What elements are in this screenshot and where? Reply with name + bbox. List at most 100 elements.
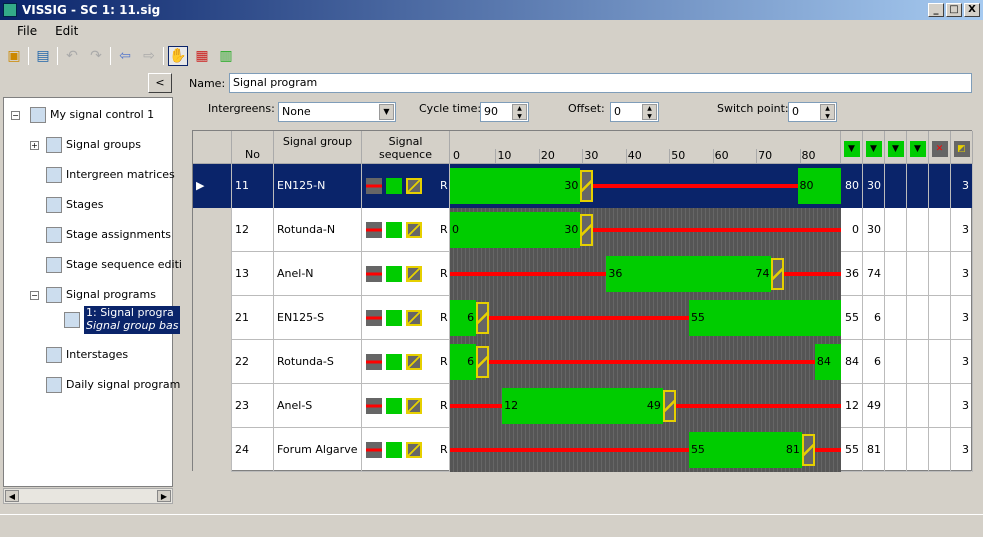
row-selector[interactable] xyxy=(193,384,232,428)
amber-interval[interactable] xyxy=(771,258,785,290)
scroll-left-icon[interactable]: ◀ xyxy=(5,490,19,502)
cell-timing[interactable]: 6 xyxy=(863,296,885,340)
forward-icon[interactable]: ⇨ xyxy=(139,46,159,66)
cell-timing[interactable]: 80 xyxy=(841,164,863,208)
cell-timing[interactable] xyxy=(929,252,951,296)
cell-timing[interactable]: 49 xyxy=(863,384,885,428)
open-icon[interactable]: ▣ xyxy=(4,46,24,66)
green-interval[interactable]: 84 xyxy=(814,344,841,380)
tree-item[interactable]: Stage sequence editi xyxy=(46,256,182,274)
table-row[interactable]: 21 EN125-S R 6 55 55 6 3 xyxy=(193,296,973,340)
red-amber-icon[interactable]: ✕ xyxy=(929,131,951,164)
cell-signal-group[interactable]: Anel-S xyxy=(274,384,362,428)
cell-signal-group[interactable]: EN125-N xyxy=(274,164,362,208)
cell-timing[interactable]: 3 xyxy=(951,296,973,340)
spinner-icon[interactable]: ▲ ▼ xyxy=(512,104,527,120)
header-no[interactable]: No xyxy=(232,131,274,164)
cell-timing[interactable] xyxy=(929,384,951,428)
row-selector[interactable] xyxy=(193,428,232,472)
intergreen-view-icon[interactable]: ▦ xyxy=(192,46,212,66)
amber-interval[interactable] xyxy=(801,434,815,466)
signal-timeline[interactable]: 55 81 xyxy=(450,428,841,472)
minimize-button[interactable]: _ xyxy=(928,3,944,17)
row-selector[interactable] xyxy=(193,208,232,252)
table-row[interactable]: 12 Rotunda-N R 0 30 0 30 3 xyxy=(193,208,973,252)
amber-interval[interactable] xyxy=(580,214,594,246)
maximize-button[interactable]: □ xyxy=(946,3,962,17)
cell-timing[interactable]: 3 xyxy=(951,340,973,384)
signal-timeline[interactable]: 0 30 xyxy=(450,208,841,252)
switch-point-input[interactable]: 0 ▲ ▼ xyxy=(788,102,837,122)
signal-timeline[interactable]: 12 49 xyxy=(450,384,841,428)
green-start-2-icon[interactable]: ▼ xyxy=(885,131,907,164)
name-input[interactable]: Signal program xyxy=(229,73,972,93)
cell-timing[interactable] xyxy=(929,340,951,384)
cell-timing[interactable] xyxy=(885,340,907,384)
row-selector[interactable] xyxy=(193,252,232,296)
cell-timing[interactable]: 30 xyxy=(863,164,885,208)
green-start-icon[interactable]: ▼ xyxy=(841,131,863,164)
amber-interval[interactable] xyxy=(580,170,594,202)
menu-file[interactable]: File xyxy=(8,21,46,41)
cell-timing[interactable]: 3 xyxy=(951,252,973,296)
scroll-right-icon[interactable]: ▶ xyxy=(157,490,171,502)
cell-timing[interactable]: 81 xyxy=(863,428,885,472)
cell-timing[interactable]: 55 xyxy=(841,428,863,472)
row-selector[interactable] xyxy=(193,340,232,384)
signal-program-edit-icon[interactable]: ✋ xyxy=(168,46,188,66)
signal-timeline[interactable]: 6 55 xyxy=(450,296,841,340)
cycle-time-input[interactable]: 90 ▲ ▼ xyxy=(480,102,529,122)
menu-edit[interactable]: Edit xyxy=(46,21,87,41)
green-interval[interactable]: 0 30 xyxy=(450,212,581,248)
cell-timing[interactable]: 3 xyxy=(951,384,973,428)
collapse-icon[interactable]: − xyxy=(11,111,20,120)
green-interval[interactable]: 80 xyxy=(797,168,841,204)
spinner-icon[interactable]: ▲ ▼ xyxy=(820,104,835,120)
row-selector[interactable]: ▶ xyxy=(193,164,232,208)
signal-timeline[interactable]: 6 84 xyxy=(450,340,841,384)
cell-timing[interactable] xyxy=(929,164,951,208)
tree-item[interactable]: Signal programs xyxy=(46,286,156,304)
cell-timing[interactable] xyxy=(885,296,907,340)
cell-signal-group[interactable]: Anel-N xyxy=(274,252,362,296)
green-interval[interactable]: 36 74 xyxy=(606,256,772,292)
cell-timing[interactable] xyxy=(885,208,907,252)
cell-signal-sequence[interactable]: R xyxy=(362,252,450,296)
header-signal-sequence[interactable]: Signal sequence xyxy=(362,131,450,164)
cell-timing[interactable] xyxy=(885,384,907,428)
stage-view-icon[interactable]: ▥ xyxy=(216,46,236,66)
cell-timing[interactable] xyxy=(885,252,907,296)
redo-icon[interactable]: ↷ xyxy=(86,46,106,66)
tree-item[interactable]: Daily signal program xyxy=(46,376,180,394)
tree-item[interactable]: Stages xyxy=(46,196,104,214)
green-interval[interactable]: 30 xyxy=(450,168,581,204)
collapse-panel-button[interactable]: < xyxy=(148,73,172,93)
cell-timing[interactable] xyxy=(929,296,951,340)
cell-timing[interactable] xyxy=(885,164,907,208)
cell-timing[interactable]: 6 xyxy=(863,340,885,384)
cell-signal-sequence[interactable]: R xyxy=(362,164,450,208)
cell-timing[interactable]: 74 xyxy=(863,252,885,296)
cell-timing[interactable] xyxy=(907,428,929,472)
cell-timing[interactable]: 3 xyxy=(951,428,973,472)
green-interval[interactable]: 6 xyxy=(450,300,477,336)
cell-timing[interactable] xyxy=(907,340,929,384)
cell-timing[interactable] xyxy=(929,208,951,252)
tree-item[interactable]: Intergreen matrices xyxy=(46,166,175,184)
signal-timeline[interactable]: 36 74 xyxy=(450,252,841,296)
cell-timing[interactable] xyxy=(907,384,929,428)
collapse-icon[interactable]: − xyxy=(30,291,39,300)
cell-timing[interactable]: 30 xyxy=(863,208,885,252)
cell-signal-sequence[interactable]: R xyxy=(362,296,450,340)
cell-timing[interactable] xyxy=(907,296,929,340)
cell-timing[interactable]: 0 xyxy=(841,208,863,252)
tree-item[interactable]: 1: Signal progra Signal group bas xyxy=(64,306,181,334)
cell-signal-group[interactable]: Rotunda-S xyxy=(274,340,362,384)
cell-timing[interactable] xyxy=(907,252,929,296)
amber-icon[interactable]: ◩ xyxy=(951,131,973,164)
chevron-down-icon[interactable]: ▼ xyxy=(379,104,394,120)
offset-input[interactable]: 0 ▲ ▼ xyxy=(610,102,659,122)
amber-interval[interactable] xyxy=(662,390,676,422)
intergreens-select[interactable]: None ▼ xyxy=(278,102,396,122)
table-row[interactable]: 13 Anel-N R 36 74 36 74 3 xyxy=(193,252,973,296)
